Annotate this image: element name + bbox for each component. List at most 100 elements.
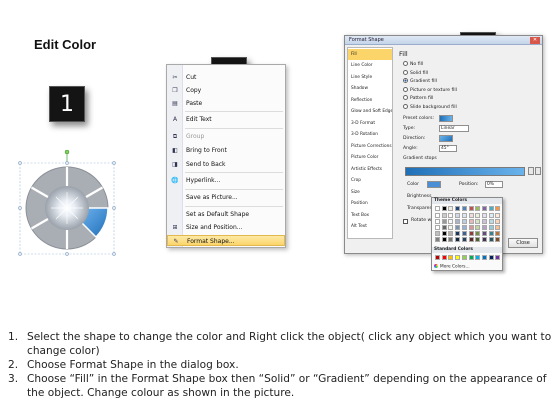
- theme-color-swatch[interactable]: [461, 231, 467, 236]
- standard-color-swatch[interactable]: [488, 255, 494, 260]
- theme-color-swatch[interactable]: [495, 205, 501, 211]
- theme-color-swatch[interactable]: [475, 205, 481, 211]
- nav-item-picture-corrections[interactable]: Picture Corrections: [348, 141, 392, 152]
- nav-item-fill[interactable]: Fill: [348, 49, 392, 60]
- theme-color-swatch[interactable]: [475, 237, 481, 242]
- standard-color-swatch[interactable]: [441, 255, 447, 260]
- nav-item-text-box[interactable]: Text Box: [348, 210, 392, 221]
- direction-picker[interactable]: [439, 135, 453, 142]
- theme-color-swatch[interactable]: [448, 231, 454, 236]
- theme-color-swatch[interactable]: [441, 231, 447, 236]
- menu-item-hyperlink[interactable]: 🌐 Hyperlink...: [167, 175, 285, 186]
- preset-colors-picker[interactable]: [439, 115, 453, 122]
- theme-color-swatch[interactable]: [495, 237, 501, 242]
- theme-color-swatch[interactable]: [495, 225, 501, 230]
- theme-color-swatch[interactable]: [468, 213, 474, 218]
- nav-item-3d-rotation[interactable]: 3-D Rotation: [348, 129, 392, 140]
- theme-color-swatch[interactable]: [435, 205, 440, 211]
- theme-color-swatch[interactable]: [481, 237, 487, 242]
- theme-color-swatch[interactable]: [455, 219, 461, 224]
- theme-color-swatch[interactable]: [448, 205, 454, 211]
- radio-solid-fill[interactable]: Solid fill: [403, 69, 428, 78]
- theme-color-swatch[interactable]: [481, 219, 487, 224]
- nav-item-picture-color[interactable]: Picture Color: [348, 152, 392, 163]
- theme-color-swatch[interactable]: [475, 213, 481, 218]
- theme-color-swatch[interactable]: [461, 219, 467, 224]
- theme-color-swatch[interactable]: [455, 225, 461, 230]
- theme-color-swatch[interactable]: [495, 231, 501, 236]
- theme-color-swatch[interactable]: [481, 205, 487, 211]
- theme-color-swatch[interactable]: [435, 213, 440, 218]
- radio-picture-texture-fill[interactable]: Picture or texture fill: [403, 86, 457, 95]
- theme-color-swatch[interactable]: [488, 213, 494, 218]
- standard-color-swatch[interactable]: [495, 255, 501, 260]
- nav-item-reflection[interactable]: Reflection: [348, 95, 392, 106]
- menu-item-set-default-shape[interactable]: Set as Default Shape: [167, 209, 285, 220]
- nav-item-glow-soft-edges[interactable]: Glow and Soft Edges: [348, 106, 392, 117]
- theme-color-swatch[interactable]: [488, 237, 494, 242]
- nav-item-line-color[interactable]: Line Color: [348, 60, 392, 71]
- theme-color-swatch[interactable]: [468, 219, 474, 224]
- standard-color-swatch[interactable]: [448, 255, 454, 260]
- theme-color-swatch[interactable]: [461, 225, 467, 230]
- menu-item-format-shape[interactable]: ✎ Format Shape...: [167, 235, 285, 246]
- standard-color-swatch[interactable]: [435, 255, 440, 260]
- menu-item-size-and-position[interactable]: ⊞ Size and Position...: [167, 222, 285, 233]
- menu-item-cut[interactable]: ✂ Cut: [167, 72, 285, 83]
- theme-color-swatch[interactable]: [488, 205, 494, 211]
- standard-color-swatch[interactable]: [461, 255, 467, 260]
- theme-color-swatch[interactable]: [441, 213, 447, 218]
- theme-color-swatch[interactable]: [468, 231, 474, 236]
- theme-color-swatch[interactable]: [461, 213, 467, 218]
- theme-color-swatch[interactable]: [455, 237, 461, 242]
- theme-color-swatch[interactable]: [448, 213, 454, 218]
- nav-item-line-style[interactable]: Line Style: [348, 72, 392, 83]
- theme-color-swatch[interactable]: [435, 237, 440, 242]
- position-input[interactable]: 0%: [485, 181, 503, 188]
- theme-color-swatch[interactable]: [481, 231, 487, 236]
- menu-item-group[interactable]: ⧉ Group: [167, 131, 285, 142]
- radio-no-fill[interactable]: No fill: [403, 61, 423, 69]
- standard-color-swatch[interactable]: [475, 255, 481, 260]
- nav-item-crop[interactable]: Crop: [348, 175, 392, 186]
- menu-item-edit-text[interactable]: A Edit Text: [167, 114, 285, 125]
- theme-color-swatch[interactable]: [455, 231, 461, 236]
- theme-color-swatch[interactable]: [495, 219, 501, 224]
- rotate-with-shape-checkbox[interactable]: [403, 219, 408, 224]
- nav-item-position[interactable]: Position: [348, 198, 392, 209]
- theme-color-swatch[interactable]: [455, 205, 461, 211]
- theme-color-swatch[interactable]: [441, 205, 447, 211]
- gradient-stop-bar[interactable]: [405, 167, 525, 176]
- theme-color-swatch[interactable]: [435, 225, 440, 230]
- theme-color-swatch[interactable]: [468, 237, 474, 242]
- nav-item-size[interactable]: Size: [348, 187, 392, 198]
- menu-item-save-as-picture[interactable]: Save as Picture...: [167, 192, 285, 203]
- close-icon[interactable]: ✕: [530, 37, 540, 44]
- type-select[interactable]: Linear: [439, 125, 469, 132]
- theme-color-swatch[interactable]: [488, 231, 494, 236]
- nav-item-3d-format[interactable]: 3-D Format: [348, 118, 392, 129]
- menu-item-bring-to-front[interactable]: ◧ Bring to Front: [167, 145, 285, 156]
- theme-color-swatch[interactable]: [475, 219, 481, 224]
- standard-color-swatch[interactable]: [455, 255, 461, 260]
- theme-color-swatch[interactable]: [468, 225, 474, 230]
- nav-item-artistic-effects[interactable]: Artistic Effects: [348, 164, 392, 175]
- color-picker-button[interactable]: [427, 181, 441, 188]
- standard-color-swatch[interactable]: [481, 255, 487, 260]
- theme-color-swatch[interactable]: [475, 225, 481, 230]
- segmented-ring-shape[interactable]: [18, 149, 123, 260]
- theme-color-swatch[interactable]: [441, 225, 447, 230]
- angle-input[interactable]: 45°: [439, 145, 457, 152]
- theme-color-swatch[interactable]: [461, 237, 467, 242]
- theme-color-swatch[interactable]: [435, 231, 440, 236]
- theme-color-swatch[interactable]: [448, 219, 454, 224]
- radio-slide-background-fill[interactable]: Slide background fill: [403, 103, 457, 112]
- radio-gradient-fill[interactable]: Gradient fill: [403, 78, 437, 86]
- theme-color-swatch[interactable]: [448, 237, 454, 242]
- more-colors-link[interactable]: More Colors...: [434, 264, 470, 270]
- theme-color-swatch[interactable]: [488, 219, 494, 224]
- theme-color-swatch[interactable]: [455, 213, 461, 218]
- nav-item-shadow[interactable]: Shadow: [348, 83, 392, 94]
- theme-color-swatch[interactable]: [475, 231, 481, 236]
- theme-color-swatch[interactable]: [441, 219, 447, 224]
